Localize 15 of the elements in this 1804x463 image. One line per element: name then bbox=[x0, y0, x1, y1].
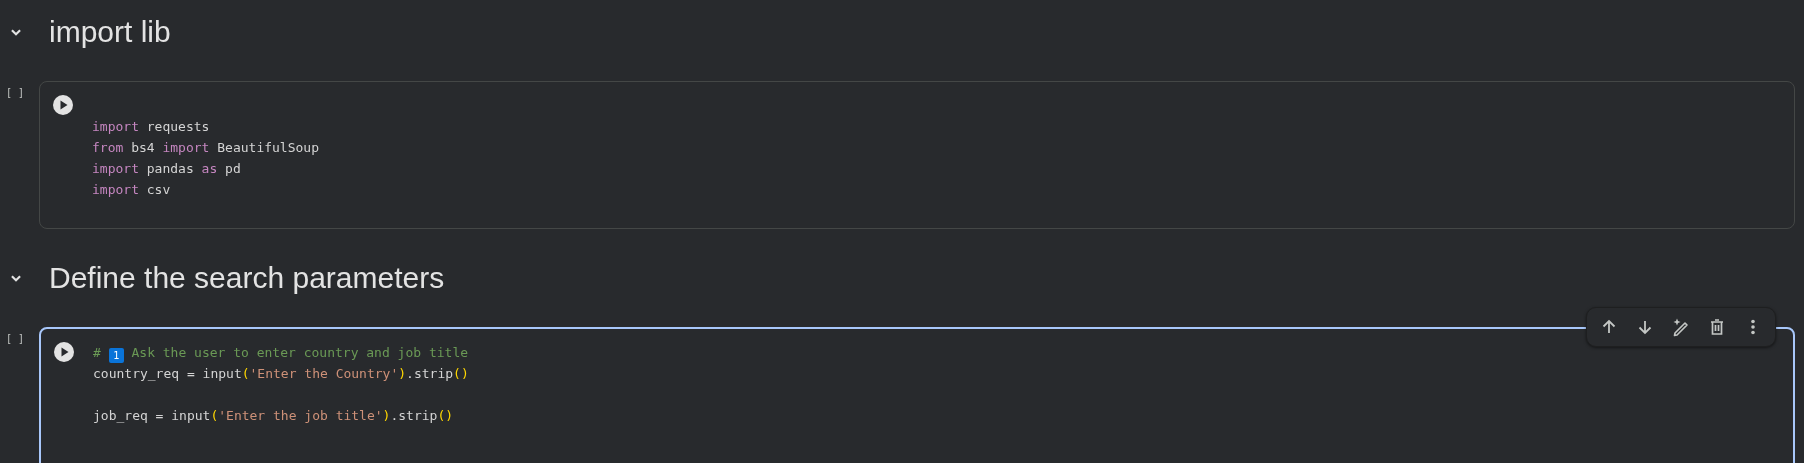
code-line: from bs4 import BeautifulSoup bbox=[92, 139, 319, 157]
magic-pencil-icon[interactable] bbox=[1671, 317, 1691, 337]
code-line: # 1 Ask the user to enter country and job title bbox=[93, 344, 469, 363]
section-heading: Define the search parameters bbox=[49, 261, 445, 295]
code-line: country_req = input('Enter the Country').strip() bbox=[93, 365, 469, 383]
code-line: import pandas as pd bbox=[92, 160, 242, 178]
section-heading: import lib bbox=[49, 15, 171, 49]
run-button[interactable] bbox=[53, 341, 75, 363]
run-button[interactable] bbox=[52, 94, 74, 116]
execution-count: [ ] bbox=[6, 332, 26, 346]
code-line: job_req = input('Enter the job title').strip() bbox=[93, 407, 455, 425]
code-cell[interactable]: import requests from bs4 import BeautifulSoup import pandas as pd import csv bbox=[39, 81, 1795, 229]
code-line: import csv bbox=[92, 181, 172, 199]
execution-count: [ ] bbox=[6, 86, 26, 100]
code-line: import requests bbox=[92, 118, 211, 136]
